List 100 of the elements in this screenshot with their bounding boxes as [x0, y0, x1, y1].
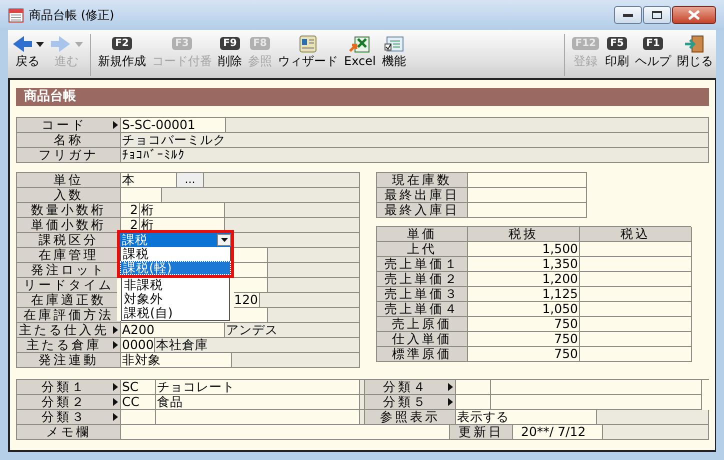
- input-field[interactable]: A200: [121, 323, 225, 338]
- input-field[interactable]: [468, 188, 587, 203]
- close-icon: [688, 10, 700, 20]
- input-field[interactable]: [456, 395, 491, 410]
- input-field[interactable]: ﾁｮｺﾊﾞｰﾐﾙｸ: [121, 148, 709, 163]
- unit-label: 桁: [140, 203, 225, 218]
- toolbar-button[interactable]: F2 新規作成: [95, 32, 149, 78]
- triangle-icon[interactable]: [113, 398, 118, 406]
- toolbar-button[interactable]: F9 削除: [215, 32, 245, 78]
- caret-icon: [75, 42, 83, 46]
- input-field[interactable]: [456, 380, 491, 395]
- input-field[interactable]: 1,350: [468, 257, 580, 272]
- input-field[interactable]: 非対象: [121, 353, 232, 368]
- input-field[interactable]: [121, 425, 450, 440]
- triangle-icon[interactable]: [113, 413, 118, 421]
- field-label: 主たる倉庫: [17, 338, 111, 353]
- input-field[interactable]: [580, 287, 692, 302]
- field-label: 売上単価２: [377, 272, 468, 287]
- date-field[interactable]: 20**/ 7/12: [513, 425, 603, 440]
- name-field: 本社倉庫: [155, 338, 360, 353]
- input-field[interactable]: [468, 203, 587, 218]
- field-label: 名称: [17, 133, 121, 148]
- input-field[interactable]: 750: [468, 332, 580, 347]
- input-field[interactable]: 1,500: [468, 242, 580, 257]
- field-label: 分類３: [17, 410, 111, 425]
- triangle-icon[interactable]: [113, 383, 118, 391]
- dropdown-arrow-icon[interactable]: [220, 238, 228, 242]
- function-key-badge: F12: [572, 37, 599, 50]
- triangle-icon[interactable]: [113, 341, 118, 349]
- input-field[interactable]: 本: [121, 173, 177, 188]
- input-field[interactable]: [121, 410, 156, 425]
- triangle-icon[interactable]: [448, 383, 453, 391]
- function-key-badge: F9: [220, 37, 240, 50]
- right-arrow-icon: [50, 35, 72, 53]
- name-field: アンデス: [225, 323, 360, 338]
- field-label: 最終出庫日: [377, 188, 468, 203]
- input-field[interactable]: 1,050: [468, 302, 580, 317]
- back-button[interactable]: 戻る: [8, 32, 47, 78]
- input-field[interactable]: [580, 272, 692, 287]
- dropdown-option[interactable]: 非課税: [121, 278, 230, 292]
- input-field[interactable]: [580, 302, 692, 317]
- function-key-badge: F2: [112, 37, 132, 50]
- triangle-icon[interactable]: [113, 326, 118, 334]
- input-field[interactable]: 750: [468, 347, 580, 362]
- toolbar-button[interactable]: F5 印刷: [602, 32, 632, 78]
- field-label: 現在庫数: [377, 173, 468, 188]
- input-field[interactable]: [580, 347, 692, 362]
- dropdown-option[interactable]: 課税(自): [121, 306, 230, 320]
- input-field[interactable]: 1,125: [468, 287, 580, 302]
- input-field[interactable]: SC: [121, 380, 156, 395]
- window-title: 商品台帳 (修正): [29, 7, 114, 24]
- exit-button[interactable]: 閉じる: [674, 32, 716, 78]
- field-label: 売上単価１: [377, 257, 468, 272]
- function-key-badge: F3: [172, 37, 192, 50]
- excel-button[interactable]: Excel: [341, 32, 379, 78]
- checklist-icon: [382, 34, 405, 54]
- close-icon-button[interactable]: [672, 6, 716, 24]
- triangle-icon[interactable]: [448, 398, 453, 406]
- field-label: 数量小数桁: [17, 203, 121, 218]
- input-field[interactable]: S-SC-00001: [121, 118, 226, 133]
- field-label: 最終入庫日: [377, 203, 468, 218]
- minimize-button[interactable]: [614, 6, 642, 24]
- toolbar-button[interactable]: F1 ヘルプ: [632, 32, 674, 78]
- input-field[interactable]: CC: [121, 395, 156, 410]
- left-arrow-icon: [11, 35, 33, 53]
- field-label: 上代: [377, 242, 468, 257]
- maximize-button[interactable]: [643, 6, 671, 24]
- field-label: コード: [17, 118, 111, 133]
- field-label: 売上原価: [377, 317, 468, 332]
- column-header: 単価: [377, 227, 468, 242]
- dropdown-option[interactable]: 課税: [120, 247, 231, 261]
- dropdown-option[interactable]: 対象外: [121, 292, 230, 306]
- wizard-button[interactable]: ウィザード: [275, 32, 341, 78]
- input-field[interactable]: [580, 242, 692, 257]
- field-label: 分類２: [17, 395, 111, 410]
- input-field[interactable]: [121, 188, 162, 203]
- field-label: 分類１: [17, 380, 111, 395]
- dropdown-field[interactable]: 課税: [120, 233, 231, 247]
- field-label: 分類４: [365, 380, 446, 395]
- field-label: 発注連動: [17, 353, 121, 368]
- function-key-badge: F1: [643, 37, 663, 50]
- input-field[interactable]: 1,200: [468, 272, 580, 287]
- input-field[interactable]: [580, 332, 692, 347]
- field-label: 分類５: [365, 395, 446, 410]
- field-label: 売上単価３: [377, 287, 468, 302]
- input-field[interactable]: 2: [121, 203, 140, 218]
- triangle-icon[interactable]: [113, 121, 118, 129]
- function-button[interactable]: 機能: [378, 32, 409, 78]
- input-field[interactable]: 0000: [121, 338, 155, 353]
- field-label: 更新日: [450, 425, 513, 440]
- input-field[interactable]: [580, 317, 692, 332]
- browse-button[interactable]: ...: [177, 173, 204, 188]
- input-field[interactable]: チョコバーミルク: [121, 133, 709, 148]
- input-field[interactable]: 表示する: [456, 410, 597, 425]
- dropdown-option[interactable]: 課税(軽): [120, 261, 231, 275]
- field-label: 参照表示: [365, 410, 456, 425]
- input-field[interactable]: 750: [468, 317, 580, 332]
- input-field[interactable]: [580, 257, 692, 272]
- name-field: 食品: [156, 395, 360, 410]
- input-field[interactable]: [468, 173, 587, 188]
